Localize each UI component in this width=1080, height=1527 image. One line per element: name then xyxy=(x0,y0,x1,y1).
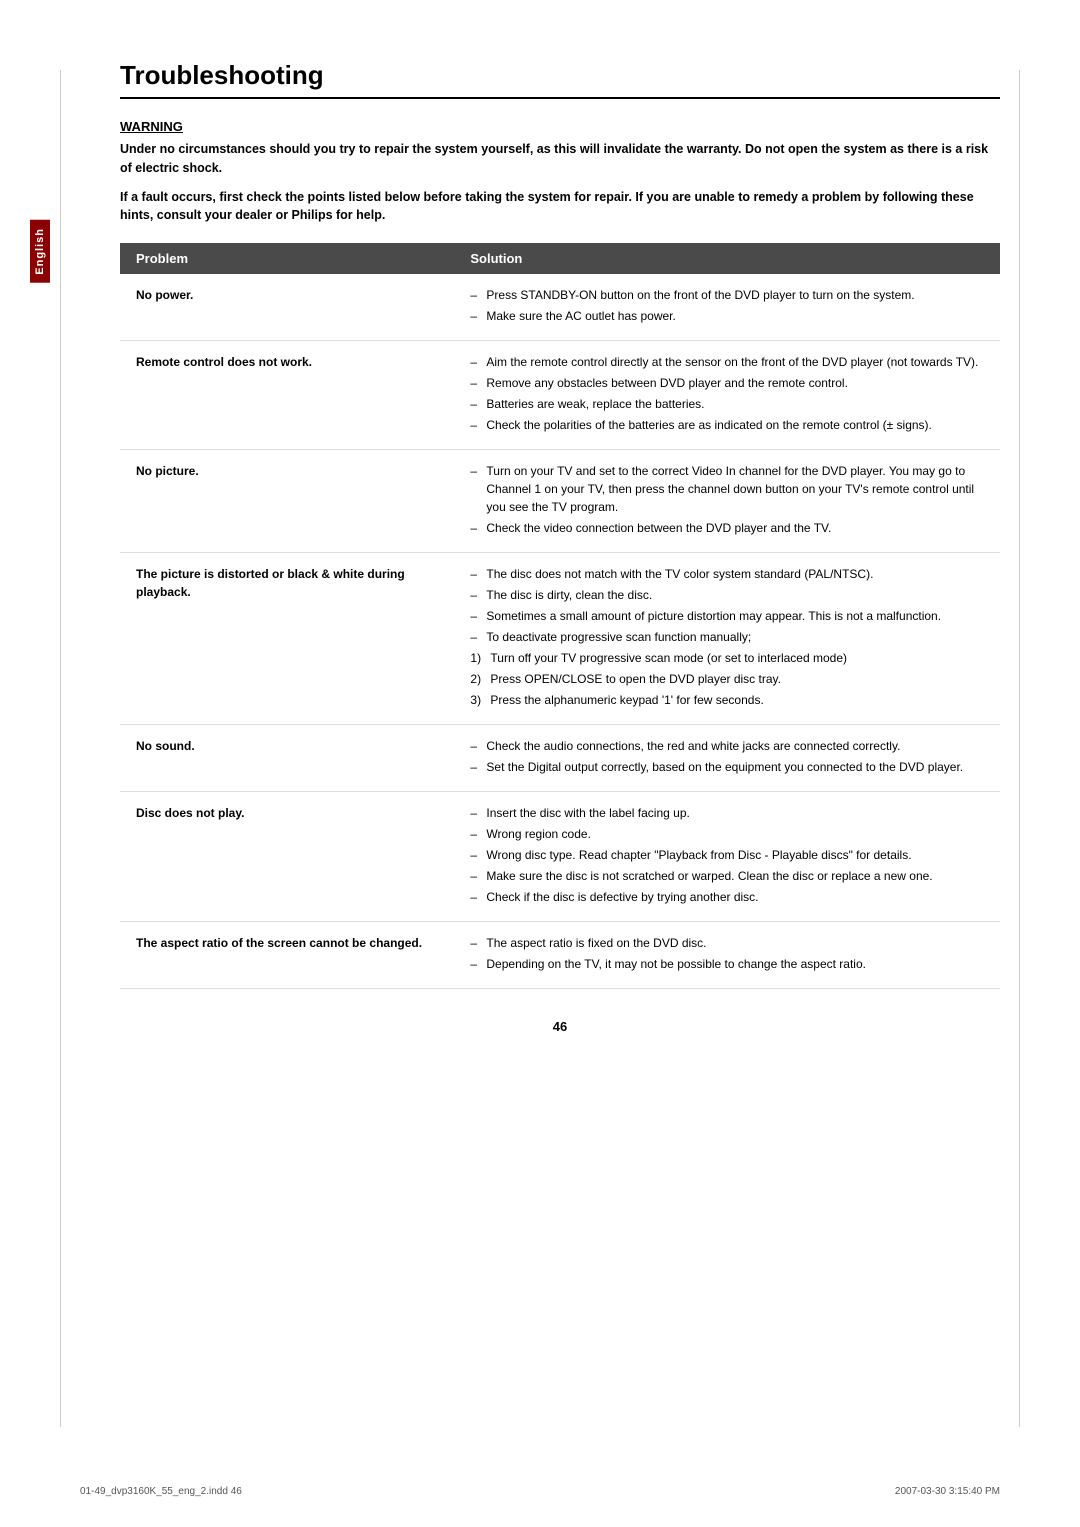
warning-text-1: Under no circumstances should you try to… xyxy=(120,140,1000,178)
solution-item: Wrong disc type. Read chapter "Playback … xyxy=(470,846,984,864)
solution-item: Aim the remote control directly at the s… xyxy=(470,353,984,371)
solution-cell: The aspect ratio is fixed on the DVD dis… xyxy=(454,922,1000,989)
troubleshooting-table: Problem Solution No power. Press STANDBY-… xyxy=(120,243,1000,989)
footer-right: 2007-03-30 3:15:40 PM xyxy=(895,1486,1000,1497)
table-row: No picture. Turn on your TV and set to th… xyxy=(120,450,1000,553)
table-row: The picture is distorted or black & whit… xyxy=(120,553,1000,725)
page-footer: 01-49_dvp3160K_55_eng_2.indd 46 2007-03-… xyxy=(80,1486,1000,1497)
problem-cell: No sound. xyxy=(120,725,454,792)
page-number: 46 xyxy=(120,1019,1000,1034)
table-row: Disc does not play. Insert the disc with … xyxy=(120,792,1000,922)
solution-item: Turn on your TV and set to the correct V… xyxy=(470,462,984,516)
border-right xyxy=(1019,70,1020,1427)
solution-item: The disc is dirty, clean the disc. xyxy=(470,586,984,604)
solution-item: To deactivate progressive scan function … xyxy=(470,628,984,646)
sidebar-language-label: English xyxy=(30,220,50,283)
table-row: No sound. Check the audio connections, th… xyxy=(120,725,1000,792)
page-title: Troubleshooting xyxy=(120,60,1000,99)
solution-item: Depending on the TV, it may not be possi… xyxy=(470,955,984,973)
solution-item: The disc does not match with the TV colo… xyxy=(470,565,984,583)
main-content: Troubleshooting WARNING Under no circums… xyxy=(120,60,1000,1034)
solution-item-numbered: Press OPEN/CLOSE to open the DVD player … xyxy=(470,670,984,688)
solution-item: Check the video connection between the D… xyxy=(470,519,984,537)
footer-left: 01-49_dvp3160K_55_eng_2.indd 46 xyxy=(80,1486,242,1497)
problem-cell: The picture is distorted or black & whit… xyxy=(120,553,454,725)
solution-cell: Turn on your TV and set to the correct V… xyxy=(454,450,1000,553)
solution-item: Press STANDBY-ON button on the front of … xyxy=(470,286,984,304)
solution-item: Check the polarities of the batteries ar… xyxy=(470,416,984,434)
solution-cell: Insert the disc with the label facing up… xyxy=(454,792,1000,922)
border-left xyxy=(60,70,61,1427)
solution-item: Insert the disc with the label facing up… xyxy=(470,804,984,822)
warning-section: WARNING Under no circumstances should yo… xyxy=(120,119,1000,225)
solution-item: Set the Digital output correctly, based … xyxy=(470,758,984,776)
problem-cell: No power. xyxy=(120,274,454,341)
warning-title: WARNING xyxy=(120,119,1000,134)
table-row: Remote control does not work. Aim the rem… xyxy=(120,341,1000,450)
solution-cell: The disc does not match with the TV colo… xyxy=(454,553,1000,725)
solution-item: Wrong region code. xyxy=(470,825,984,843)
solution-item: Check if the disc is defective by trying… xyxy=(470,888,984,906)
solution-item: Sometimes a small amount of picture dist… xyxy=(470,607,984,625)
col-problem-header: Problem xyxy=(120,243,454,274)
solution-cell: Check the audio connections, the red and… xyxy=(454,725,1000,792)
solution-item: Make sure the disc is not scratched or w… xyxy=(470,867,984,885)
solution-item-numbered: Press the alphanumeric keypad '1' for fe… xyxy=(470,691,984,709)
table-row: The aspect ratio of the screen cannot be… xyxy=(120,922,1000,989)
problem-cell: Remote control does not work. xyxy=(120,341,454,450)
solution-item-numbered: Turn off your TV progressive scan mode (… xyxy=(470,649,984,667)
solution-item: The aspect ratio is fixed on the DVD dis… xyxy=(470,934,984,952)
solution-item: Remove any obstacles between DVD player … xyxy=(470,374,984,392)
problem-cell: Disc does not play. xyxy=(120,792,454,922)
col-solution-header: Solution xyxy=(454,243,1000,274)
solution-item: Make sure the AC outlet has power. xyxy=(470,307,984,325)
solution-item: Batteries are weak, replace the batterie… xyxy=(470,395,984,413)
table-row: No power. Press STANDBY-ON button on the … xyxy=(120,274,1000,341)
warning-text-2: If a fault occurs, first check the point… xyxy=(120,188,1000,226)
page-container: English Troubleshooting WARNING Under no… xyxy=(0,0,1080,1527)
solution-cell: Aim the remote control directly at the s… xyxy=(454,341,1000,450)
problem-cell: No picture. xyxy=(120,450,454,553)
problem-cell: The aspect ratio of the screen cannot be… xyxy=(120,922,454,989)
solution-cell: Press STANDBY-ON button on the front of … xyxy=(454,274,1000,341)
solution-item: Check the audio connections, the red and… xyxy=(470,737,984,755)
